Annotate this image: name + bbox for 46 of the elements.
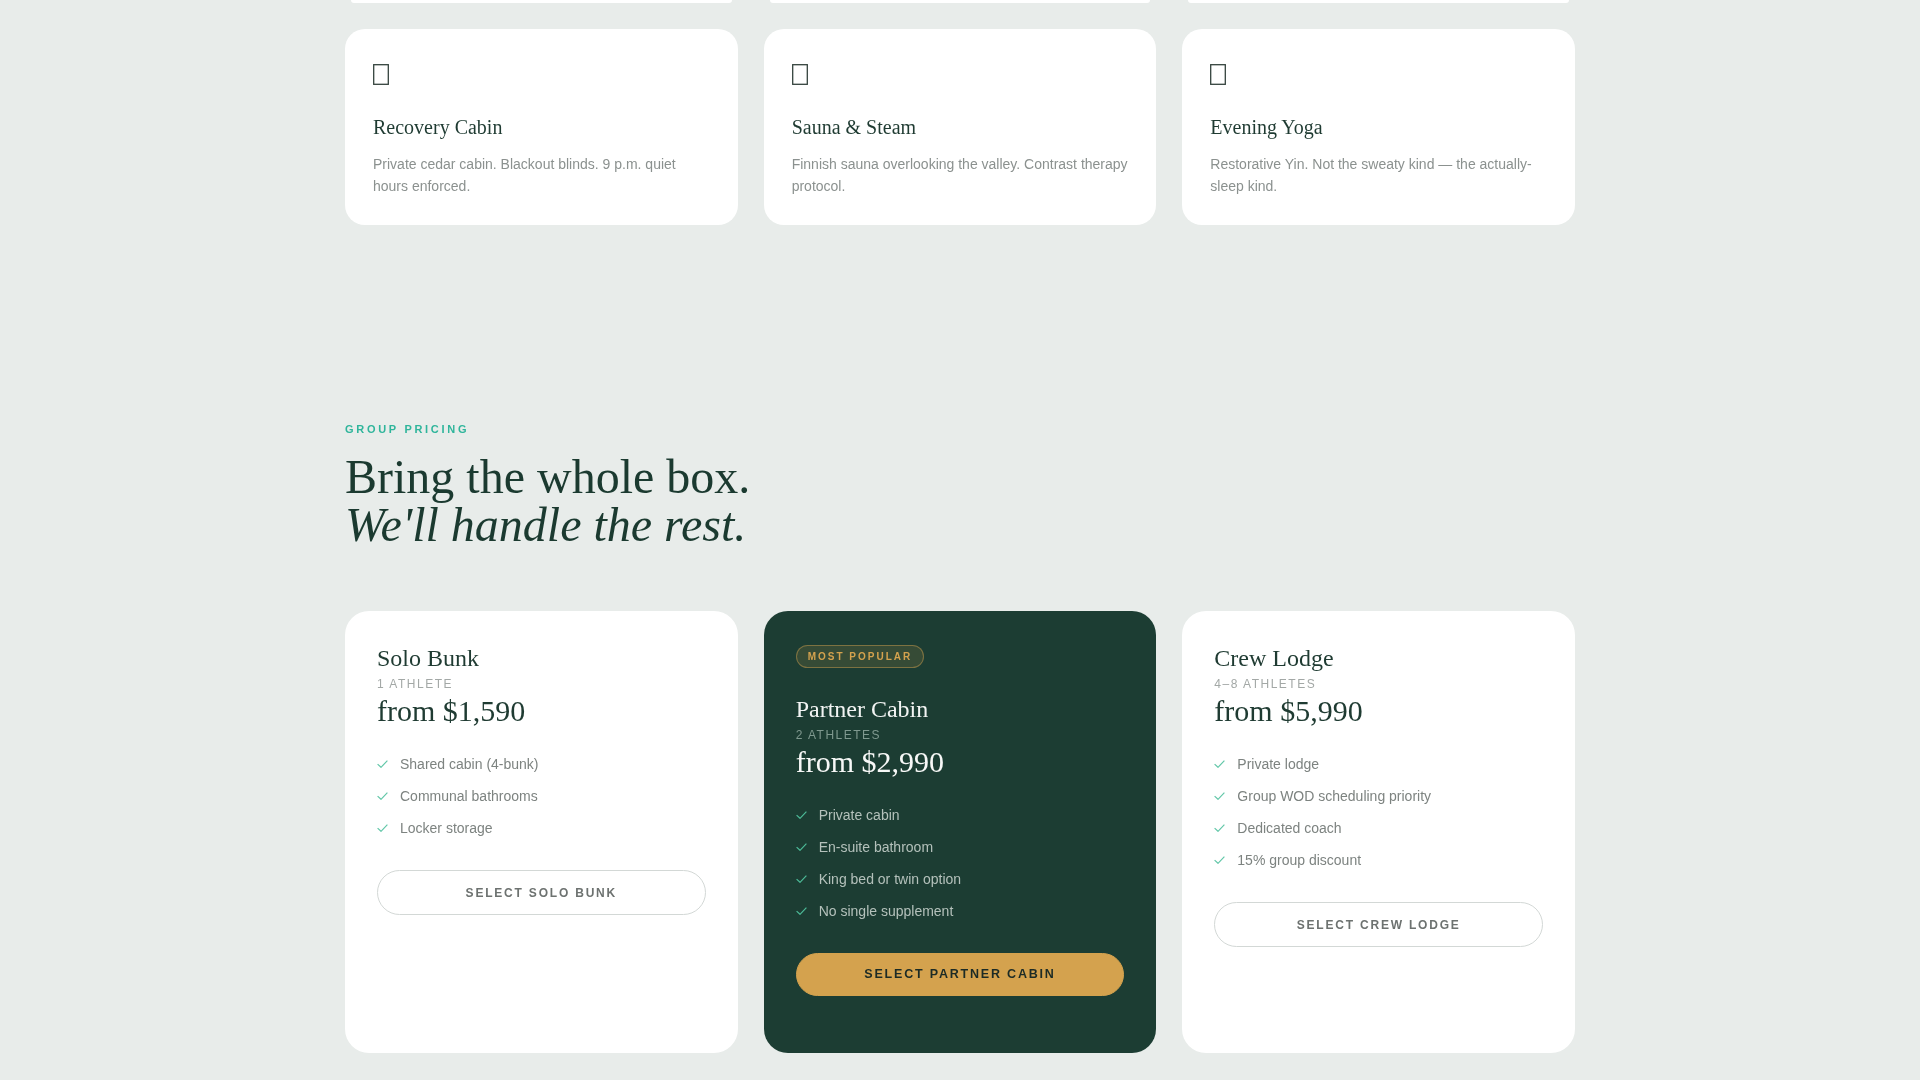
plan-capacity: 1 ATHLETE [377, 677, 453, 691]
check-icon [795, 811, 807, 819]
select-plan-button[interactable]: SELECT SOLO BUNK [377, 870, 706, 915]
plan-feature: Private lodge [1237, 755, 1320, 774]
feature-description: Restorative Yin. Not the sweaty kind — the actually-sleep kind. [1210, 155, 1533, 196]
rectangle-icon [1210, 64, 1227, 85]
feature-title: Sauna & Steam [791, 115, 918, 139]
select-plan-button[interactable]: SELECT PARTNER CABIN [795, 953, 1125, 996]
check-icon [377, 824, 388, 832]
check-icon [1214, 760, 1226, 768]
plan-feature: Private cabin [818, 806, 900, 825]
plan-name: Partner Cabin [795, 695, 930, 724]
section-eyebrow: GROUP PRICING [345, 422, 470, 436]
plan-name: Crew Lodge [1214, 644, 1335, 673]
plan-feature: Group WOD scheduling priority [1237, 787, 1432, 806]
plan-feature: Locker storage [400, 819, 493, 838]
check-icon [1214, 856, 1226, 864]
plan-feature: Communal bathrooms [400, 787, 538, 806]
plan-capacity: 4–8 ATHLETES [1214, 677, 1317, 691]
feature-title: Evening Yoga [1210, 115, 1324, 139]
select-plan-button[interactable]: SELECT CREW LODGE [1214, 902, 1543, 947]
plan-feature: No single supplement [818, 902, 954, 921]
check-icon [377, 760, 388, 768]
check-icon [1214, 824, 1226, 832]
section-heading: Bring the whole box. We'll handle the rest. [345, 453, 751, 549]
plan-feature: King bed or twin option [818, 870, 962, 889]
rectangle-icon [791, 64, 808, 85]
check-icon [1214, 792, 1226, 800]
feature-description: Finnish sauna overlooking the valley. Contrast therapy protocol. [791, 155, 1129, 196]
check-icon [377, 792, 388, 800]
rectangle-icon [373, 64, 389, 85]
plan-price: from $2,990 [795, 745, 944, 778]
feature-title: Recovery Cabin [373, 115, 504, 139]
plan-name: Solo Bunk [377, 644, 481, 673]
plan-feature: 15% group discount [1237, 851, 1362, 870]
popular-badge: MOST POPULAR [795, 645, 925, 668]
check-icon [795, 843, 807, 851]
feature-description: Private cedar cabin. Blackout blinds. 9 p.m. quiet hours enforced. [373, 155, 677, 196]
plan-feature: Shared cabin (4-bunk) [400, 755, 539, 774]
plan-price: from $5,990 [1214, 694, 1363, 727]
plan-price: from $1,590 [377, 694, 526, 727]
check-icon [795, 907, 807, 915]
plan-feature: En-suite bathroom [818, 838, 934, 857]
check-icon [795, 875, 807, 883]
plan-capacity: 2 ATHLETES [795, 728, 882, 742]
plan-feature: Dedicated coach [1237, 819, 1342, 838]
